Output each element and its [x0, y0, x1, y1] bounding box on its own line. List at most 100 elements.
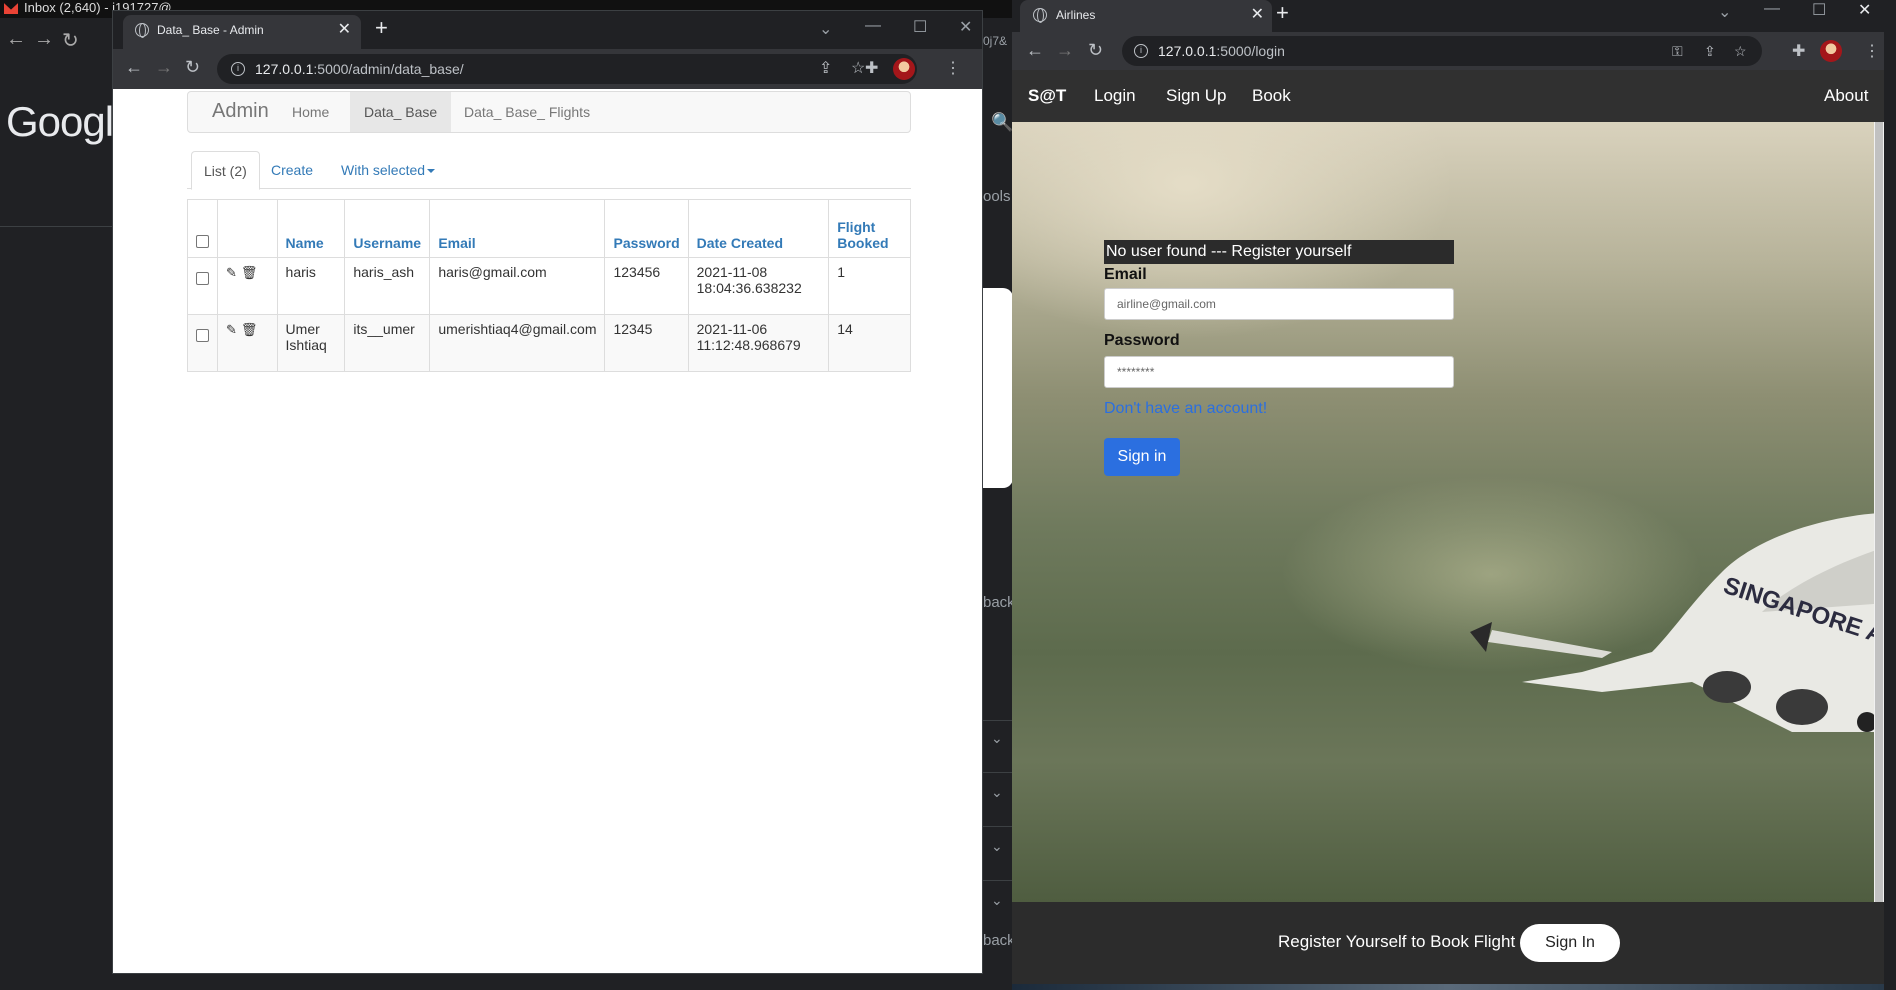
- airlines-page: S@T Login Sign Up Book About SINGAPORE A…: [1012, 70, 1884, 990]
- url-path: :5000/login: [1216, 43, 1285, 59]
- new-tab-icon[interactable]: +: [375, 15, 388, 41]
- row-checkbox[interactable]: [196, 272, 209, 285]
- pencil-icon[interactable]: ✎: [226, 265, 237, 281]
- chevron-down-icon[interactable]: ⌄: [991, 784, 1003, 801]
- background-fragment: back: [983, 594, 1015, 611]
- background-toolbar: ← → ↻: [0, 22, 120, 62]
- table-row: ✎ 🗑 haris haris_ash haris@gmail.com 12345…: [187, 257, 911, 315]
- trash-icon[interactable]: 🗑: [241, 322, 258, 338]
- no-account-link[interactable]: Don't have an account!: [1104, 400, 1267, 418]
- admin-browser-window: Data_ Base - Admin ✕ + ⌄ — ☐ ✕ ← → ↻ i 1…: [112, 10, 983, 974]
- cell-name: Umer Ishtiaq: [276, 314, 346, 372]
- info-icon[interactable]: i: [1134, 44, 1148, 58]
- with-selected-label: With selected: [341, 162, 426, 178]
- email-field[interactable]: airline@gmail.com: [1104, 288, 1454, 320]
- cell-password: 123456: [604, 257, 689, 315]
- row-checkbox[interactable]: [196, 329, 209, 342]
- nav-data-base[interactable]: Data_ Base: [350, 92, 452, 132]
- share-icon[interactable]: ⇪: [1704, 36, 1716, 66]
- reload-icon[interactable]: ↻: [1088, 40, 1103, 61]
- nav-login[interactable]: Login: [1094, 86, 1136, 106]
- cell-flight-booked: 1: [828, 257, 911, 315]
- address-bar[interactable]: i 127.0.0.1:5000/admin/data_base/ ⇪ ☆: [217, 54, 917, 84]
- address-bar[interactable]: i 127.0.0.1:5000/login ⚿ ⇪ ☆: [1122, 36, 1762, 66]
- trash-icon[interactable]: 🗑: [241, 265, 258, 281]
- row-actions: ✎ 🗑: [217, 257, 278, 315]
- nav-sign-up[interactable]: Sign Up: [1166, 86, 1226, 106]
- pencil-icon[interactable]: ✎: [226, 322, 237, 338]
- column-header-flight-booked[interactable]: Flight Booked: [828, 199, 911, 258]
- column-header-password[interactable]: Password: [604, 199, 689, 258]
- extensions-icon[interactable]: ✚: [1792, 41, 1805, 61]
- nav-data-base-flights[interactable]: Data_ Base_ Flights: [450, 92, 604, 132]
- avatar[interactable]: [893, 58, 915, 80]
- back-icon[interactable]: ←: [1026, 40, 1044, 61]
- column-header-username[interactable]: Username: [344, 199, 431, 258]
- table-header-row: Name Username Email Password Date Create…: [187, 199, 911, 258]
- chevron-down-icon[interactable]: ⌄: [991, 892, 1003, 909]
- forward-icon[interactable]: →: [34, 28, 54, 51]
- star-icon[interactable]: ☆: [1734, 36, 1747, 66]
- select-all-checkbox[interactable]: [196, 235, 209, 248]
- tab-create[interactable]: Create: [259, 151, 325, 189]
- airlines-browser-tab[interactable]: Airlines ✕: [1020, 0, 1272, 32]
- site-logo[interactable]: S@T: [1028, 86, 1066, 106]
- tab-list[interactable]: List (2): [191, 151, 260, 190]
- column-header-name[interactable]: Name: [276, 199, 346, 258]
- chevron-down-icon[interactable]: ⌄: [991, 730, 1003, 747]
- row-actions: ✎ 🗑: [217, 314, 278, 372]
- star-icon[interactable]: ☆: [851, 54, 865, 84]
- forward-icon[interactable]: →: [155, 57, 173, 78]
- column-header-email[interactable]: Email: [429, 199, 606, 258]
- nav-about[interactable]: About: [1824, 86, 1868, 106]
- tab-with-selected[interactable]: With selected: [329, 151, 447, 189]
- extensions-icon[interactable]: ✚: [865, 58, 878, 78]
- sign-in-button[interactable]: Sign in: [1104, 438, 1180, 476]
- back-icon[interactable]: ←: [125, 57, 143, 78]
- search-icon[interactable]: 🔍: [991, 112, 1013, 133]
- nav-book[interactable]: Book: [1252, 86, 1291, 106]
- admin-tabbar: Data_ Base - Admin ✕ + ⌄ — ☐ ✕: [113, 11, 982, 49]
- chevron-down-icon[interactable]: ⌄: [1718, 2, 1731, 22]
- column-header-date-created[interactable]: Date Created: [687, 199, 830, 258]
- nav-home[interactable]: Home: [278, 92, 343, 132]
- close-window-icon[interactable]: ✕: [959, 17, 972, 37]
- chevron-down-icon[interactable]: ⌄: [819, 19, 832, 39]
- bottom-strip: [1012, 984, 1884, 990]
- table-row: ✎ 🗑 Umer Ishtiaq its__umer umerishtiaq4@g…: [187, 314, 911, 372]
- new-tab-icon[interactable]: +: [1276, 0, 1289, 26]
- footer-text: Register Yourself to Book Flight: [1278, 932, 1516, 951]
- scrollbar-thumb[interactable]: [1875, 122, 1883, 902]
- maximize-icon[interactable]: ☐: [913, 17, 927, 37]
- reload-icon[interactable]: ↻: [62, 28, 79, 53]
- menu-icon[interactable]: ⋮: [1864, 41, 1880, 61]
- minimize-icon[interactable]: —: [865, 17, 881, 35]
- close-icon[interactable]: ✕: [1251, 0, 1264, 30]
- key-icon[interactable]: ⚿: [1672, 36, 1683, 66]
- menu-icon[interactable]: ⋮: [945, 58, 961, 78]
- info-icon[interactable]: i: [231, 62, 245, 76]
- chevron-down-icon[interactable]: ⌄: [991, 838, 1003, 855]
- email-label: Email: [1104, 266, 1147, 283]
- close-icon[interactable]: ✕: [338, 15, 351, 45]
- background-right-strip: 0j7& 🔍 ools back ⌄ ⌄ ⌄ ⌄ back: [983, 34, 1015, 990]
- admin-browser-tab[interactable]: Data_ Base - Admin ✕: [123, 15, 361, 49]
- close-window-icon[interactable]: ✕: [1858, 0, 1871, 20]
- cell-date-created: 2021-11-08 18:04:36.638232: [687, 257, 830, 315]
- airlines-tab-title: Airlines: [1056, 8, 1096, 22]
- footer-sign-in-button[interactable]: Sign In: [1520, 924, 1620, 962]
- reload-icon[interactable]: ↻: [185, 57, 200, 78]
- cell-username: its__umer: [344, 314, 431, 372]
- admin-brand[interactable]: Admin: [212, 100, 269, 123]
- password-field[interactable]: ********: [1104, 356, 1454, 388]
- minimize-icon[interactable]: —: [1764, 0, 1780, 18]
- avatar[interactable]: [1820, 40, 1842, 62]
- hero-background: SINGAPORE A: [1012, 122, 1884, 902]
- cell-flight-booked: 14: [828, 314, 911, 372]
- share-icon[interactable]: ⇪: [819, 54, 832, 84]
- back-icon[interactable]: ←: [6, 28, 26, 51]
- scrollbar[interactable]: [1874, 122, 1884, 902]
- maximize-icon[interactable]: ☐: [1812, 0, 1826, 20]
- forward-icon[interactable]: →: [1056, 40, 1074, 61]
- cell-email: haris@gmail.com: [429, 257, 606, 315]
